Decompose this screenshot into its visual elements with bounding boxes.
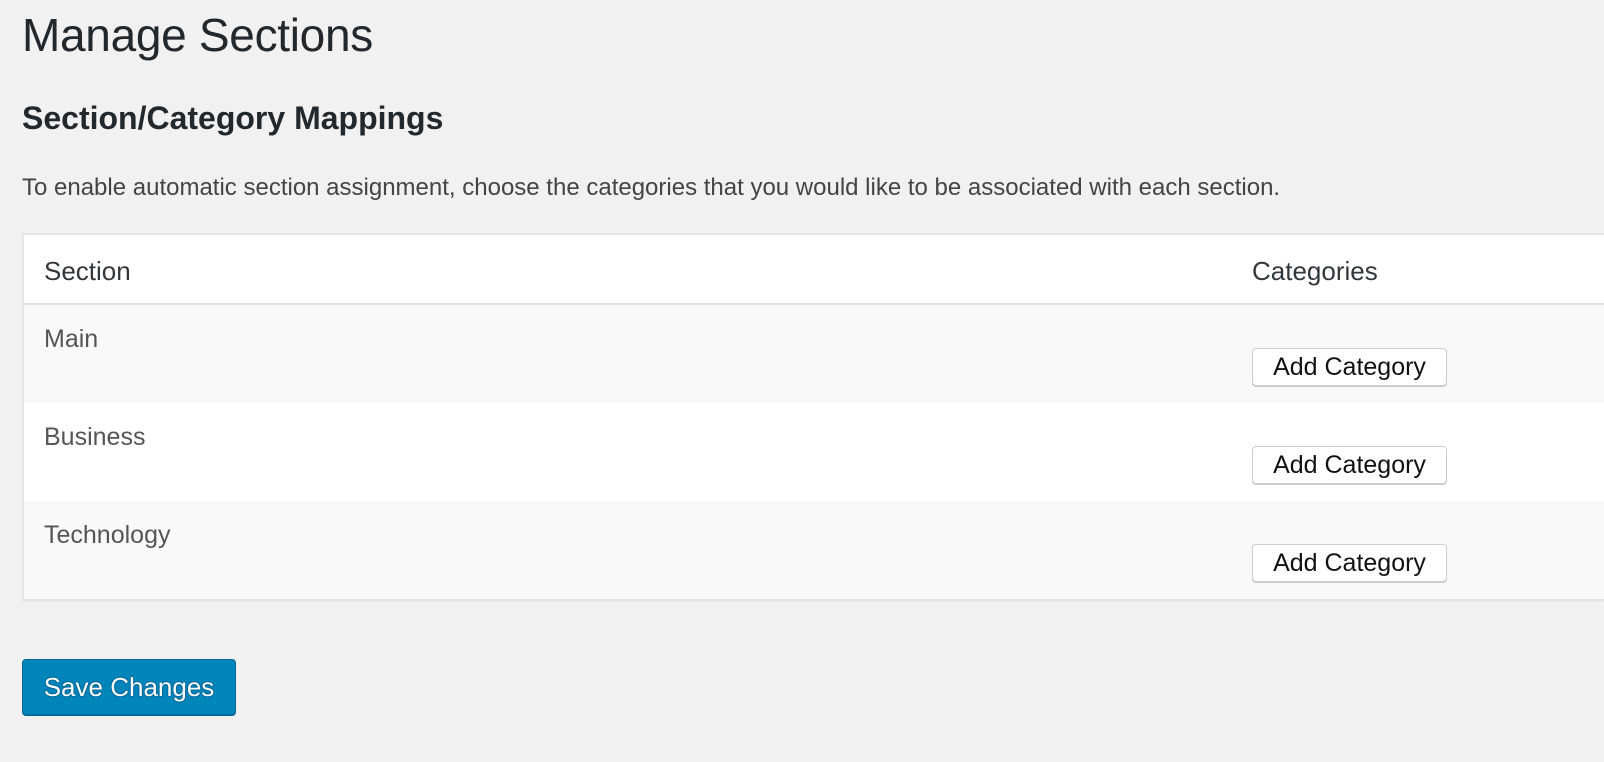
mappings-description: To enable automatic section assignment, … <box>22 174 1281 201</box>
add-category-button[interactable]: Add Category <box>1252 544 1447 582</box>
section-name: Business <box>44 423 146 451</box>
section-name: Technology <box>44 521 171 549</box>
column-header-categories: Categories <box>1252 256 1378 286</box>
section-name: Main <box>44 325 99 353</box>
add-category-button[interactable]: Add Category <box>1252 446 1447 484</box>
table-row: Main Add Category <box>24 305 1604 403</box>
table-row: Technology Add Category <box>24 501 1604 599</box>
table-row: Business Add Category <box>24 403 1604 501</box>
column-header-section: Section <box>44 256 131 286</box>
table-header: Section Categories <box>24 235 1604 305</box>
save-changes-button[interactable]: Save Changes <box>22 659 236 715</box>
section-category-table: Section Categories Main Add Category Bus… <box>22 233 1604 601</box>
add-category-button[interactable]: Add Category <box>1252 348 1447 386</box>
page-title: Manage Sections <box>22 9 373 61</box>
mappings-heading: Section/Category Mappings <box>22 100 444 136</box>
